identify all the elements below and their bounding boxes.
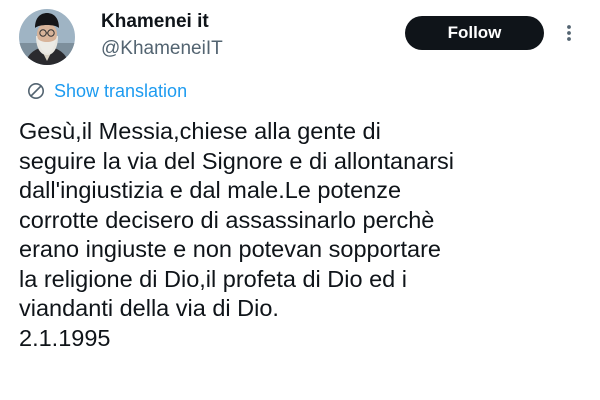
tweet-card: Khamenei it @KhameneiIT Follow Show tran… [0, 0, 600, 400]
more-vertical-icon[interactable] [558, 19, 580, 47]
tweet-text-line: Gesù,il Messia,chiese alla gente di [19, 118, 381, 144]
profile-portrait-icon [19, 9, 75, 65]
follow-button[interactable]: Follow [405, 16, 544, 50]
tweet-text-line: viandanti della via di Dio. [19, 295, 279, 321]
tweet-date: 2.1.1995 [19, 324, 111, 351]
tweet-text-line: seguire la via del Signore e di allontan… [19, 147, 455, 174]
show-translation-label: Show translation [54, 80, 188, 101]
author-handle[interactable]: @KhameneiIT [101, 38, 223, 60]
author-name[interactable]: Khamenei it [101, 11, 209, 33]
show-translation-link[interactable]: Show translation [26, 79, 187, 103]
tweet-text-line: dall'ingiustizia e dal male.Le potenze [19, 177, 402, 203]
globe-icon [28, 83, 44, 99]
tweet-text-line: corrotte decisero di assassinarlo perchè [19, 206, 435, 233]
avatar[interactable] [19, 9, 75, 65]
tweet-text: Gesù,il Messia,chiese alla gente di segu… [19, 117, 584, 353]
tweet-text-line: la religione di Dio,il profeta di Dio ed… [19, 265, 407, 292]
tweet-text-line: erano ingiuste e non potevan sopportare [19, 236, 442, 262]
